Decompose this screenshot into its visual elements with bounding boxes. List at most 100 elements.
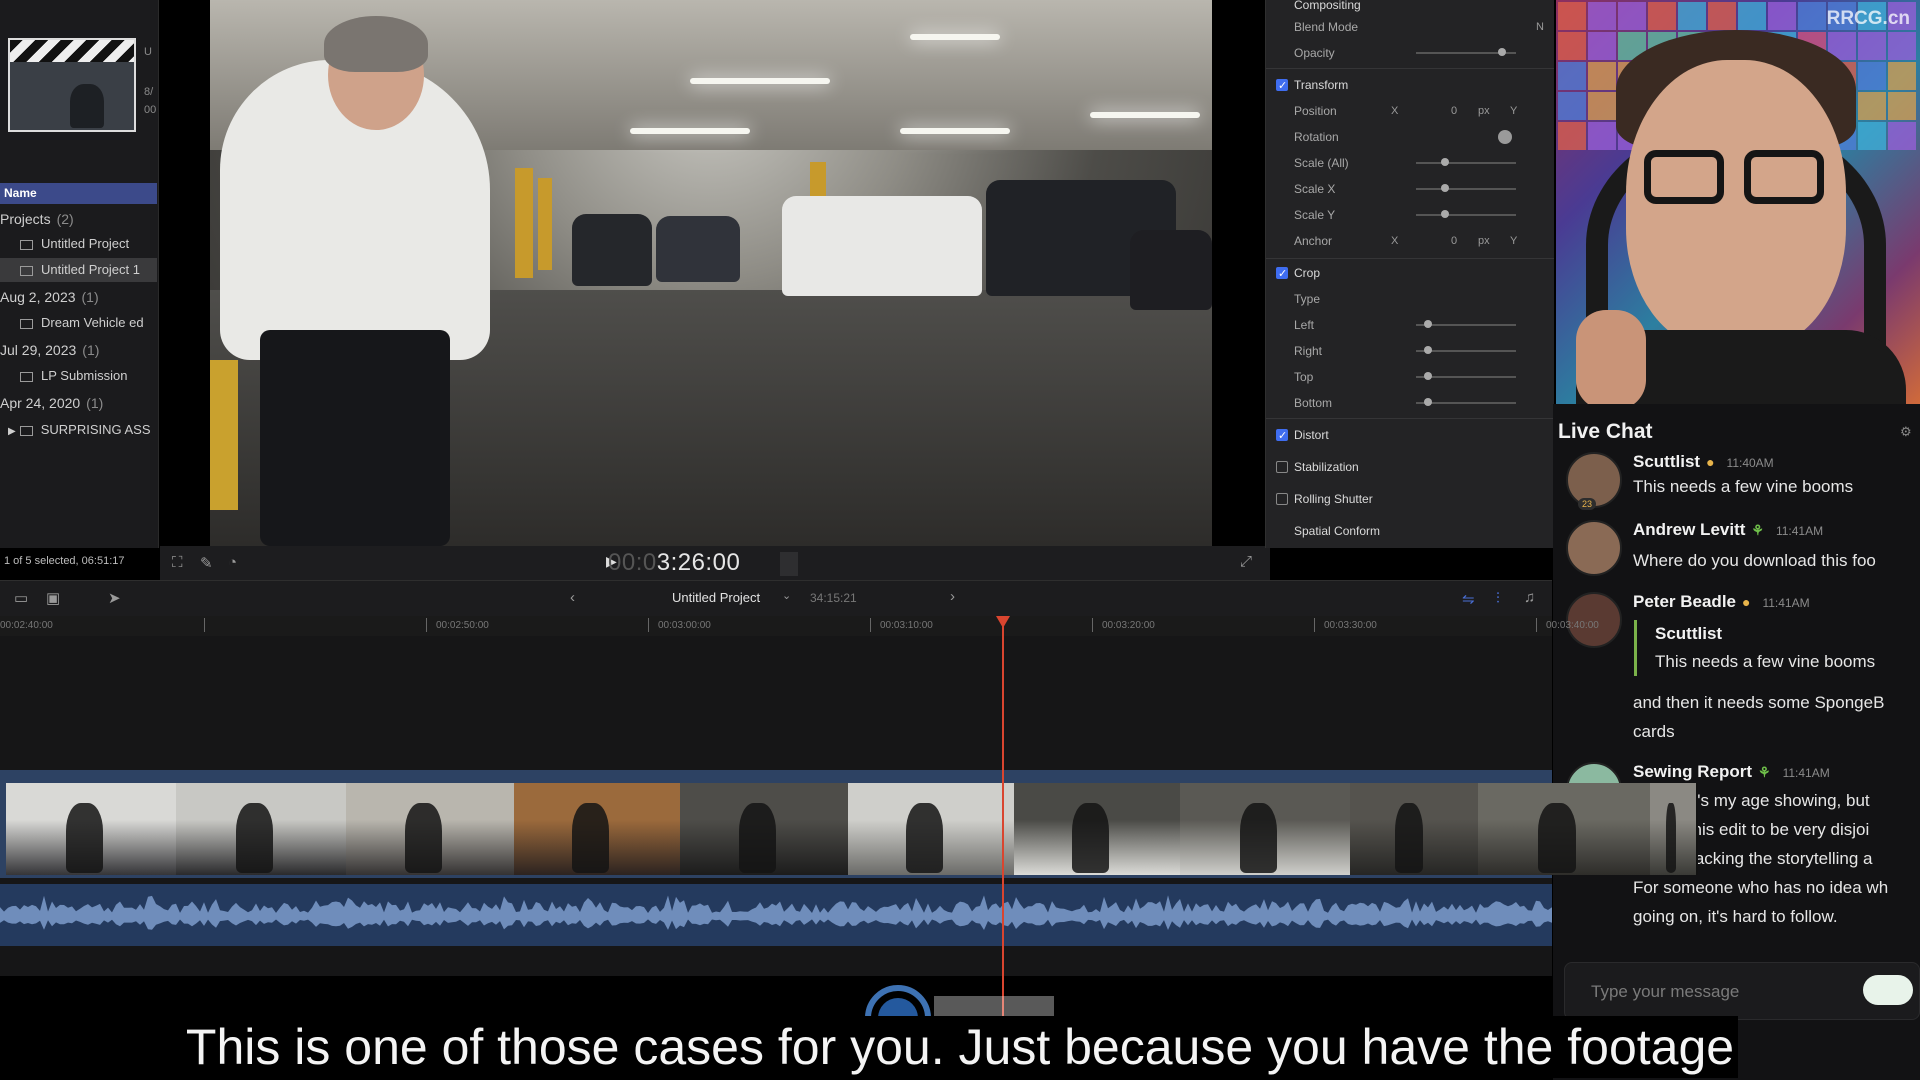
project-item[interactable]: LP Submission (0, 364, 157, 388)
inspector-row-scale-x[interactable]: Scale X (1266, 178, 1554, 200)
video-clip-thumbnail[interactable] (1650, 783, 1698, 875)
playhead-handle[interactable] (996, 616, 1010, 628)
inspector-label: Anchor (1294, 234, 1333, 248)
video-clip-thumbnail[interactable] (514, 783, 682, 875)
inspector-value[interactable]: N (1536, 16, 1544, 38)
username-text: Andrew Levitt (1633, 520, 1746, 539)
clip-appearance-icon[interactable]: ▭ (14, 589, 28, 607)
slider-knob[interactable] (1424, 398, 1432, 406)
fullscreen-icon[interactable]: ⤢ (1240, 553, 1252, 570)
group-date[interactable]: Apr 24, 2020 (1) (0, 391, 157, 415)
group-date[interactable]: Aug 2, 2023 (1) (0, 285, 157, 309)
inspector-row-position[interactable]: Position X 0 px Y (1266, 100, 1554, 122)
checkbox-icon[interactable] (1276, 75, 1288, 97)
timecode-display[interactable]: 00:03:26:00 (608, 549, 740, 577)
group-projects[interactable]: Projects (2) (0, 207, 157, 231)
playhead[interactable] (1002, 616, 1004, 1026)
slider-knob[interactable] (1424, 346, 1432, 354)
speed-icon[interactable]: ◔ (228, 554, 237, 571)
viewer-frame[interactable] (210, 0, 1212, 546)
slider-knob[interactable] (1441, 184, 1449, 192)
inspector-row-spatial-conform[interactable]: Spatial Conform (1266, 520, 1554, 542)
checkbox-icon[interactable] (1276, 263, 1288, 285)
inspector-slider[interactable] (1416, 48, 1516, 56)
inspector-row-transform[interactable]: Transform (1266, 74, 1554, 97)
inspector-row-blend-mode[interactable]: Blend Mode N (1266, 16, 1554, 38)
inspector-row-opacity[interactable]: Opacity (1266, 42, 1554, 64)
checkbox-icon[interactable] (1276, 493, 1288, 505)
project-thumbnail[interactable] (8, 38, 136, 132)
headphones-icon[interactable]: ♫ (1524, 589, 1535, 606)
disclosure-triangle-icon[interactable]: ▶ (8, 426, 16, 437)
chat-input-box[interactable] (1564, 962, 1920, 1020)
inspector-slider[interactable] (1416, 346, 1516, 354)
emoji-button[interactable] (1863, 975, 1913, 1005)
rotation-dial-icon[interactable] (1498, 130, 1512, 144)
timeline-back-icon[interactable]: ‹ (570, 589, 575, 606)
video-clip-thumbnail[interactable] (176, 783, 348, 875)
video-clip-thumbnail[interactable] (848, 783, 1016, 875)
position-x[interactable]: 0 (1451, 230, 1457, 252)
inspector-row-rolling-shutter[interactable]: Rolling Shutter (1266, 488, 1554, 510)
position-x[interactable]: 0 (1451, 100, 1457, 122)
chevron-down-icon[interactable]: ⌄ (782, 589, 791, 602)
inspector-row-stabilization[interactable]: Stabilization (1266, 456, 1554, 478)
video-clip-thumbnail[interactable] (346, 783, 516, 875)
timecode-dim: 00:0 (608, 549, 657, 576)
skimming-icon[interactable]: ⇋ (1462, 590, 1475, 608)
inspector-slider[interactable] (1416, 158, 1516, 166)
yellow-post (210, 360, 238, 510)
inspector-row-distort[interactable]: Distort (1266, 424, 1554, 447)
name-column-header[interactable]: Name (0, 183, 157, 204)
timeline-project-name[interactable]: Untitled Project (672, 590, 760, 605)
enhance-wand-icon[interactable]: ✎ (200, 554, 213, 572)
slider-knob[interactable] (1441, 158, 1449, 166)
slider-knob[interactable] (1424, 372, 1432, 380)
ceiling-light (630, 128, 750, 134)
checkbox-icon[interactable] (1276, 425, 1288, 447)
inspector-slider[interactable] (1416, 184, 1516, 192)
inspector-slider[interactable] (1416, 210, 1516, 218)
inspector-slider[interactable] (1416, 372, 1516, 380)
video-clip-thumbnail[interactable] (680, 783, 850, 875)
video-clip-thumbnail[interactable] (6, 783, 178, 875)
inspector-row-scale-all[interactable]: Scale (All) (1266, 152, 1554, 174)
inspector-slider[interactable] (1416, 398, 1516, 406)
inspector-row-left[interactable]: Left (1266, 314, 1554, 336)
checkbox-icon[interactable] (1276, 461, 1288, 473)
timeline-forward-icon[interactable]: › (950, 588, 955, 605)
man-hair (324, 16, 428, 72)
project-item[interactable]: Untitled Project (0, 232, 157, 256)
inspector-row-type[interactable]: Type (1266, 288, 1554, 310)
video-clip-thumbnail[interactable] (1350, 783, 1480, 875)
connect-clip-icon[interactable]: ▣ (46, 589, 60, 607)
inspector-row-anchor[interactable]: Anchor X 0 px Y (1266, 230, 1554, 252)
video-clip-thumbnail[interactable] (1014, 783, 1182, 875)
project-item[interactable]: Dream Vehicle ed (0, 311, 157, 335)
chat-options-icon[interactable]: ⚙ (1900, 424, 1912, 440)
transform-tool-icon[interactable]: ⛶ (172, 554, 183, 571)
chat-message-input[interactable] (1589, 977, 1833, 1007)
supporter-badge-icon: ● (1742, 594, 1751, 610)
inspector-separator (1266, 258, 1554, 259)
slider-knob[interactable] (1424, 320, 1432, 328)
slider-knob[interactable] (1441, 210, 1449, 218)
inspector-slider[interactable] (1416, 320, 1516, 328)
snapping-icon[interactable]: ⫶ (1496, 590, 1500, 607)
project-item-selected[interactable]: Untitled Project 1 (0, 258, 157, 282)
select-tool-icon[interactable]: ➤ (108, 589, 121, 607)
inspector-row-compositing[interactable]: Compositing (1266, 0, 1554, 16)
slider-knob[interactable] (1498, 48, 1506, 56)
inspector-row-bottom[interactable]: Bottom (1266, 392, 1554, 414)
inspector-row-crop[interactable]: Crop (1266, 262, 1554, 285)
video-clip-thumbnail[interactable] (1180, 783, 1352, 875)
inspector-row-right[interactable]: Right (1266, 340, 1554, 362)
inspector-row-top[interactable]: Top (1266, 366, 1554, 388)
group-date[interactable]: Jul 29, 2023 (1) (0, 338, 157, 362)
event-folder[interactable]: ▶ SURPRISING ASS (0, 418, 157, 442)
video-clip-thumbnail[interactable] (1478, 783, 1652, 875)
group-label: Aug 2, 2023 (0, 289, 76, 305)
inspector-row-rotation[interactable]: Rotation (1266, 126, 1554, 148)
timeline-ruler[interactable]: 00:02:40:00 00:02:50:00 00:03:00:00 00:03:1… (0, 616, 1599, 636)
inspector-row-scale-y[interactable]: Scale Y (1266, 204, 1554, 226)
